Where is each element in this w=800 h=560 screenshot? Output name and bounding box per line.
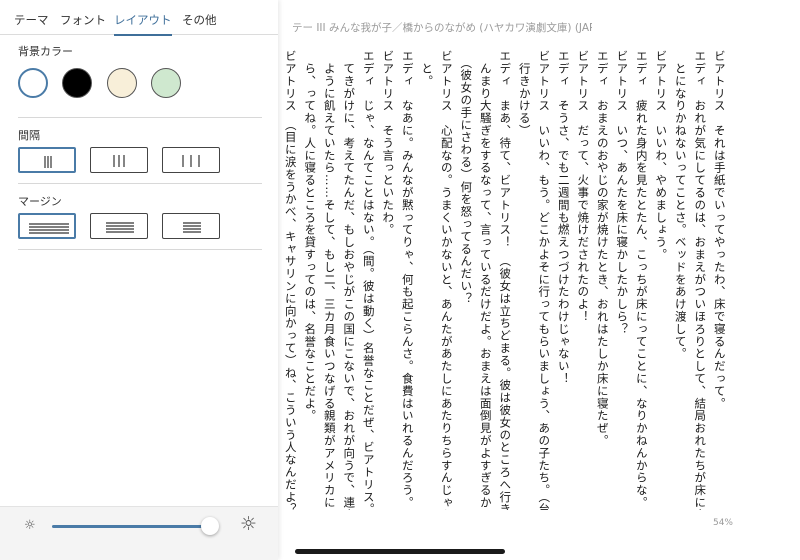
spacing-label: 間隔: [18, 129, 40, 142]
text-column: ら、ってね。人に寝るところを貸すってのは、名誉なことだよ。: [303, 50, 318, 422]
margin-large-button[interactable]: [162, 213, 220, 239]
background-color-label: 背景カラー: [18, 45, 73, 58]
text-column: エディ おまえのおやじの家が焼けたとき、おれはたしか床に寝たぜ。: [595, 50, 610, 447]
book-title: テー III みんな我が子／橋からのながめ (ハヤカワ演劇文庫) (JAPANE…: [292, 22, 592, 34]
text-column: ビアトリス いいわ、やめましょう。: [654, 50, 669, 261]
tab-other[interactable]: その他: [182, 12, 217, 34]
text-column: エディ 疲れた身内を見たとたん、こっちが床にってことに、なりかねんからな。: [634, 50, 649, 509]
text-column: エディ おれが気にしてるのは、おまえがついほろりとして、結局おれたちが床に寝るこ: [693, 50, 708, 510]
brightness-bar: ☼ ☼: [0, 506, 278, 560]
margin-medium-button[interactable]: [90, 213, 148, 239]
text-column: エディ まあ、待て、ビアトリス！ （彼女は立ちどまる。彼は彼女のところへ行き）あ: [498, 50, 513, 510]
black-swatch[interactable]: [62, 68, 92, 98]
text-column: ビアトリス そう言っといたわ。: [381, 50, 396, 236]
spacing-medium-button[interactable]: [90, 147, 148, 173]
settings-tabs: テーマ フォント レイアウト その他: [0, 0, 278, 36]
white-swatch[interactable]: [18, 68, 48, 98]
book-text: ビアトリス それは手紙でいってやったわ、床で寝るんだって。 エディ おれが気にして…: [282, 50, 732, 510]
sepia-swatch[interactable]: [107, 68, 137, 98]
text-column: てきがけに、考えてたんだ、もしおやじがこの国にこないで、おれが向うで、連中の: [342, 50, 357, 510]
brightness-low-icon: ☼: [24, 518, 36, 533]
spacing-narrow-icon: [44, 156, 52, 168]
spacing-wide-button[interactable]: [162, 147, 220, 173]
tab-font[interactable]: フォント: [60, 12, 106, 34]
spacing-medium-icon: [113, 155, 125, 167]
tab-theme[interactable]: テーマ: [14, 12, 49, 34]
divider: [18, 183, 262, 184]
brightness-high-icon: ☼: [240, 513, 258, 535]
text-column: エディ じゃ、なんてことはない。（間。彼は動く）名誉なことだぜ、ビアトリス。帰っ: [361, 50, 376, 510]
layout-settings-panel: テーマ フォント レイアウト その他 背景カラー 間隔 マージン ☼ ☼: [0, 0, 278, 560]
text-column: ビアトリス だって、火事で焼けだされたのよ！: [576, 50, 591, 323]
divider: [18, 117, 262, 118]
home-indicator[interactable]: [295, 549, 505, 554]
text-column: ビアトリス いいわ、もう。どこかよそに行ってもらいましょう、あの子たち。（台所へ: [537, 50, 552, 510]
text-column: 行きかける）: [517, 50, 532, 137]
margin-label: マージン: [18, 195, 62, 208]
text-column: エディ そうさ、でも二週間も燃えつづけたわけじゃない！: [556, 50, 571, 385]
text-column: エディ なあに。みんなが黙ってりゃ、何も起こらんさ。食費はいれるんだろう。: [400, 50, 415, 509]
margin-large-icon: [183, 222, 201, 233]
text-column: んまり大騒ぎをするなって、言っているだけだよ。おまえは面倒見がよすぎるからね。: [478, 50, 493, 510]
text-column: （彼女の手にさわる）何を怒ってるんだい？: [459, 50, 474, 305]
margin-medium-icon: [106, 222, 134, 233]
text-column: とになりかねないってことさ。ベッドをあけ渡して。: [673, 50, 688, 360]
text-column: ビアトリス （目に涙をうかべ、キャサリンに向かって）ね、こういう人なんだよ？（振: [283, 50, 298, 510]
text-column: と。: [420, 50, 435, 88]
margin-small-icon: [29, 223, 69, 234]
spacing-narrow-button[interactable]: [18, 147, 76, 173]
text-column: ビアトリス それは手紙でいってやったわ、床で寝るんだって。: [712, 50, 727, 410]
brightness-slider-thumb[interactable]: [200, 517, 219, 535]
text-column: ビアトリス いつ、あんたを床に寝かしたかしら？: [615, 50, 630, 336]
text-column: ビアトリス 心配なの。うまくいかないと、あんたがあたしにあたりちらすんじゃないか: [439, 50, 454, 510]
divider: [18, 249, 262, 250]
spacing-wide-icon: [182, 155, 200, 167]
progress-percent: 54%: [712, 518, 733, 528]
margin-small-button[interactable]: [18, 213, 76, 239]
text-column: ように飢えていたら……そして、もし二、三カ月食いつなげる親類がアメリカにいた: [322, 50, 337, 510]
green-swatch[interactable]: [151, 68, 181, 98]
brightness-slider[interactable]: [52, 525, 210, 528]
tab-layout[interactable]: レイアウト: [114, 12, 172, 36]
